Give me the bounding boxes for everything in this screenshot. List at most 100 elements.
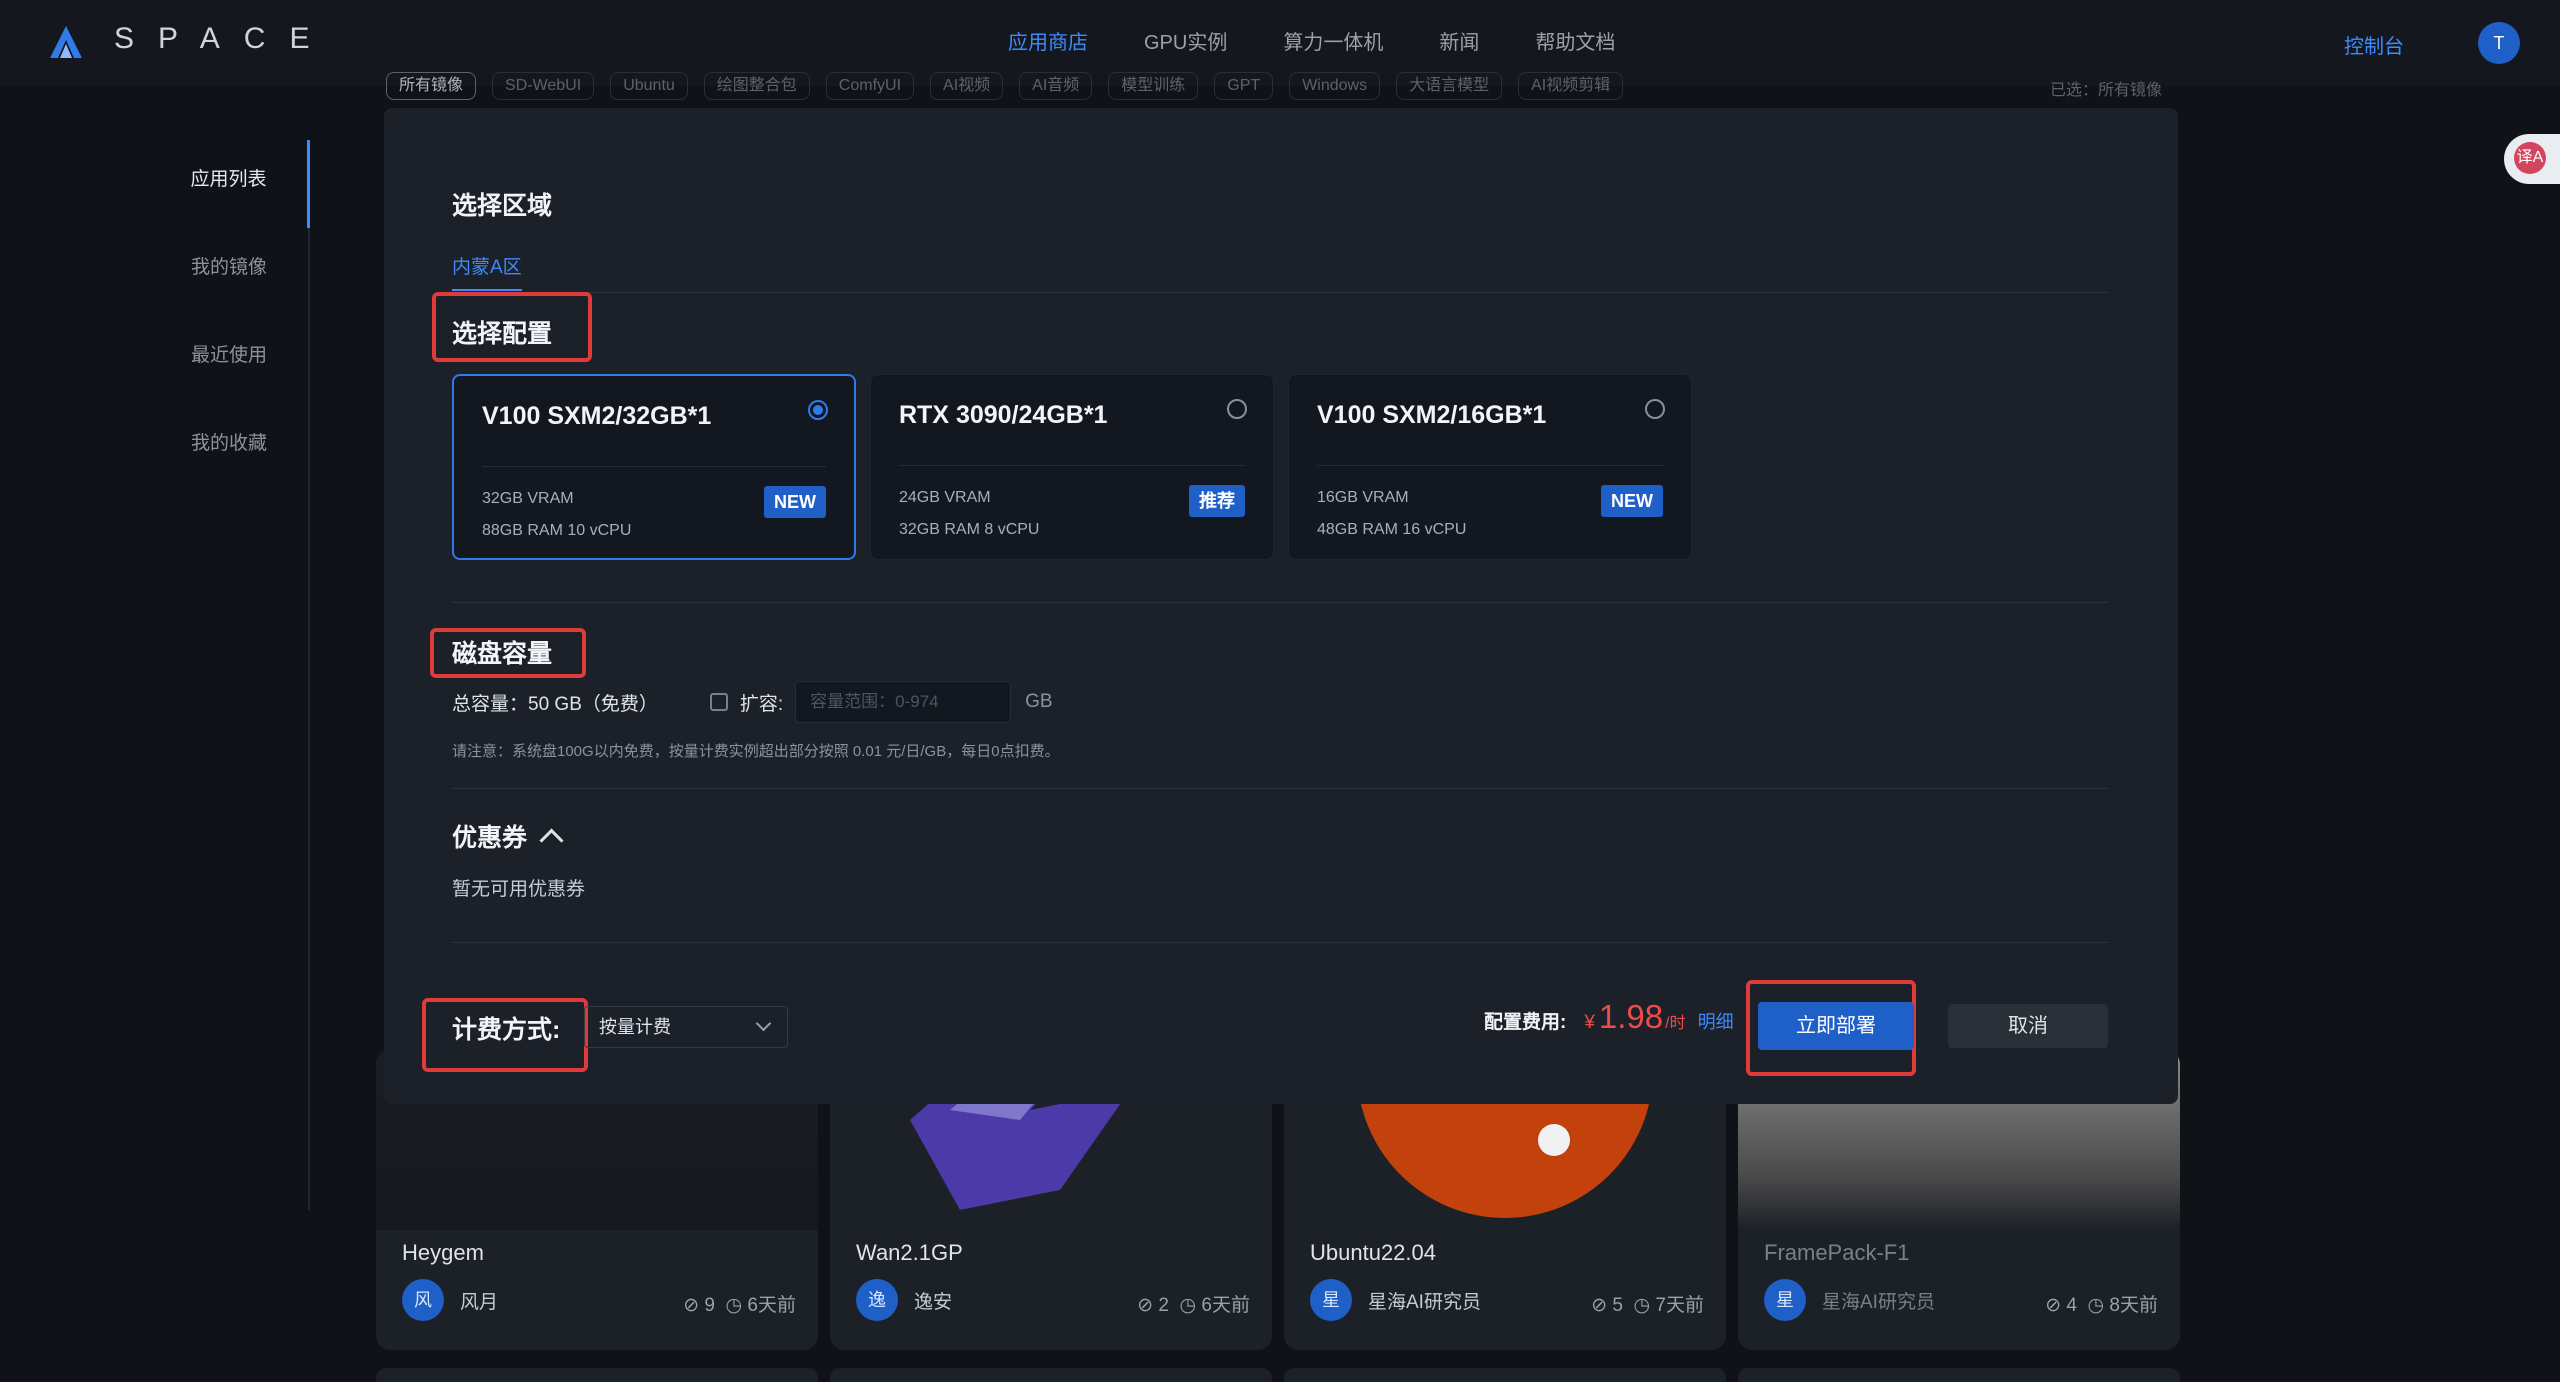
- config-radio-selected[interactable]: [808, 400, 828, 420]
- author-avatar: 星: [1764, 1279, 1806, 1321]
- divider: [452, 788, 2108, 789]
- fee-currency: ¥: [1584, 1012, 1595, 1033]
- author-name: 星海AI研究员: [1822, 1291, 1935, 1313]
- billing-method-value: 按量计费: [599, 1017, 671, 1037]
- config-spec: 32GB RAM 8 vCPU: [899, 521, 1040, 538]
- filter-chip[interactable]: AI视频: [930, 72, 1004, 100]
- card-title: FramePack-F1: [1764, 1240, 1910, 1265]
- config-section-title: 选择配置: [452, 320, 553, 348]
- fee-detail-link[interactable]: 明细: [1698, 1008, 1734, 1034]
- card-stats: ⊘ 5 ◷ 7天前: [1591, 1290, 1704, 1317]
- card-stats: ⊘ 2 ◷ 6天前: [1137, 1290, 1250, 1317]
- fee-unit: /时: [1665, 1015, 1686, 1032]
- filter-chip[interactable]: GPT: [1214, 72, 1274, 100]
- config-badge: NEW: [1601, 485, 1663, 517]
- updated-time: 8天前: [2109, 1295, 2158, 1316]
- sidebar-item-favorites[interactable]: 我的收藏: [150, 404, 308, 492]
- filter-chip[interactable]: 大语言模型: [1396, 72, 1503, 100]
- user-avatar[interactable]: T: [2478, 22, 2520, 64]
- filter-chip[interactable]: Windows: [1289, 72, 1381, 100]
- filter-chip[interactable]: 模型训练: [1108, 72, 1199, 100]
- filter-chip[interactable]: SD-WebUI: [492, 72, 595, 100]
- uses-count: 5: [1612, 1295, 1623, 1316]
- chevron-down-icon: [755, 1015, 772, 1032]
- translate-button[interactable]: 译A: [2504, 134, 2560, 184]
- fee-amount: 1.98: [1598, 998, 1664, 1035]
- updated-time: 7天前: [1655, 1295, 1704, 1316]
- disk-note: 请注意：系统盘100G以内免费，按量计费实例超出部分按照 0.01 元/日/GB…: [452, 743, 1060, 760]
- config-spec: 48GB RAM 16 vCPU: [1317, 521, 1467, 538]
- uses-icon: ⊘: [2045, 1295, 2062, 1316]
- coupon-section-title: 优惠券: [452, 824, 528, 852]
- config-option-v100-32gb[interactable]: V100 SXM2/32GB*1 32GB VRAM 88GB RAM 10 v…: [452, 374, 856, 560]
- config-radio[interactable]: [1645, 399, 1665, 419]
- card-author: 星 星海AI研究员: [1310, 1278, 1481, 1322]
- sidebar: 应用列表 我的镜像 最近使用 我的收藏: [150, 140, 310, 1210]
- disk-section-title: 磁盘容量: [452, 640, 553, 668]
- divider: [452, 942, 2108, 943]
- card-author: 星 星海AI研究员: [1764, 1278, 1935, 1322]
- config-fee: 配置费用: ¥ 1.98 /时 明细: [1484, 998, 1734, 1048]
- expand-label: 扩容:: [739, 693, 784, 715]
- sidebar-item-app-list[interactable]: 应用列表: [150, 140, 310, 228]
- config-vram: 16GB VRAM: [1317, 489, 1409, 506]
- chevron-up-icon: [539, 827, 564, 853]
- next-row-card: [376, 1368, 818, 1382]
- brand-name[interactable]: SPACE: [114, 22, 333, 56]
- uses-count: 2: [1158, 1295, 1169, 1316]
- config-name: V100 SXM2/32GB*1: [482, 402, 712, 430]
- filter-chip[interactable]: 绘图整合包: [703, 72, 810, 100]
- config-spec: 88GB RAM 10 vCPU: [482, 522, 632, 539]
- updated-time: 6天前: [747, 1295, 796, 1316]
- config-badge: NEW: [764, 486, 826, 518]
- clock-icon: ◷: [725, 1295, 743, 1316]
- config-radio[interactable]: [1227, 399, 1247, 419]
- filter-chip[interactable]: 所有镜像: [386, 72, 477, 100]
- uses-icon: ⊘: [683, 1295, 700, 1316]
- deploy-dialog: 选择区域 内蒙A区 选择配置 V100 SXM2/32GB*1 32GB VRA…: [384, 108, 2178, 1104]
- billing-method-select[interactable]: 按量计费: [584, 1006, 788, 1048]
- config-vram: 32GB VRAM: [482, 490, 574, 507]
- clock-icon: ◷: [1179, 1295, 1197, 1316]
- author-avatar: 星: [1310, 1279, 1352, 1321]
- sidebar-item-my-images[interactable]: 我的镜像: [150, 228, 308, 316]
- filter-chip[interactable]: AI音频: [1019, 72, 1093, 100]
- capacity-unit: GB: [1025, 691, 1053, 712]
- card-divider: [482, 466, 826, 467]
- filter-chip[interactable]: AI视频剪辑: [1518, 72, 1624, 100]
- sidebar-item-recent[interactable]: 最近使用: [150, 316, 308, 404]
- uses-count: 9: [704, 1295, 715, 1316]
- divider: [452, 292, 2108, 293]
- expand-capacity-input[interactable]: [795, 681, 1012, 723]
- coupon-empty-text: 暂无可用优惠券: [452, 879, 586, 900]
- clock-icon: ◷: [1633, 1295, 1651, 1316]
- author-avatar: 风: [402, 1279, 444, 1321]
- filter-chip[interactable]: ComfyUI: [825, 72, 915, 100]
- next-row-card: [1738, 1368, 2180, 1382]
- card-stats: ⊘ 4 ◷ 8天前: [2045, 1290, 2158, 1317]
- updated-time: 6天前: [1201, 1295, 1250, 1316]
- deploy-now-button[interactable]: 立即部署: [1758, 1002, 1914, 1050]
- clock-icon: ◷: [2087, 1295, 2105, 1316]
- divider: [452, 602, 2108, 603]
- expand-checkbox[interactable]: [709, 693, 728, 711]
- card-author: 逸 逸安: [856, 1278, 952, 1322]
- filter-chip[interactable]: Ubuntu: [610, 72, 688, 100]
- billing-method-label: 计费方式:: [452, 1016, 561, 1044]
- region-section-title: 选择区域: [452, 192, 553, 220]
- config-option-v100-16gb[interactable]: V100 SXM2/16GB*1 16GB VRAM 48GB RAM 16 v…: [1288, 374, 1692, 560]
- next-row-card: [830, 1368, 1272, 1382]
- coupon-toggle[interactable]: 优惠券: [452, 818, 564, 854]
- cancel-button[interactable]: 取消: [1948, 1004, 2108, 1048]
- logo-icon[interactable]: [48, 24, 84, 60]
- config-badge: 推荐: [1189, 485, 1245, 517]
- tab-region-inner-mongolia-a[interactable]: 内蒙A区: [452, 252, 522, 291]
- filter-selected-text: 已选：所有镜像: [2050, 82, 2163, 99]
- console-link[interactable]: 控制台: [2344, 30, 2404, 59]
- author-avatar: 逸: [856, 1279, 898, 1321]
- config-option-rtx3090-24gb[interactable]: RTX 3090/24GB*1 24GB VRAM 32GB RAM 8 vCP…: [870, 374, 1274, 560]
- card-author: 风 风月: [402, 1278, 498, 1322]
- card-title: Wan2.1GP: [856, 1240, 963, 1265]
- author-name: 逸安: [914, 1291, 953, 1313]
- card-divider: [1317, 465, 1663, 466]
